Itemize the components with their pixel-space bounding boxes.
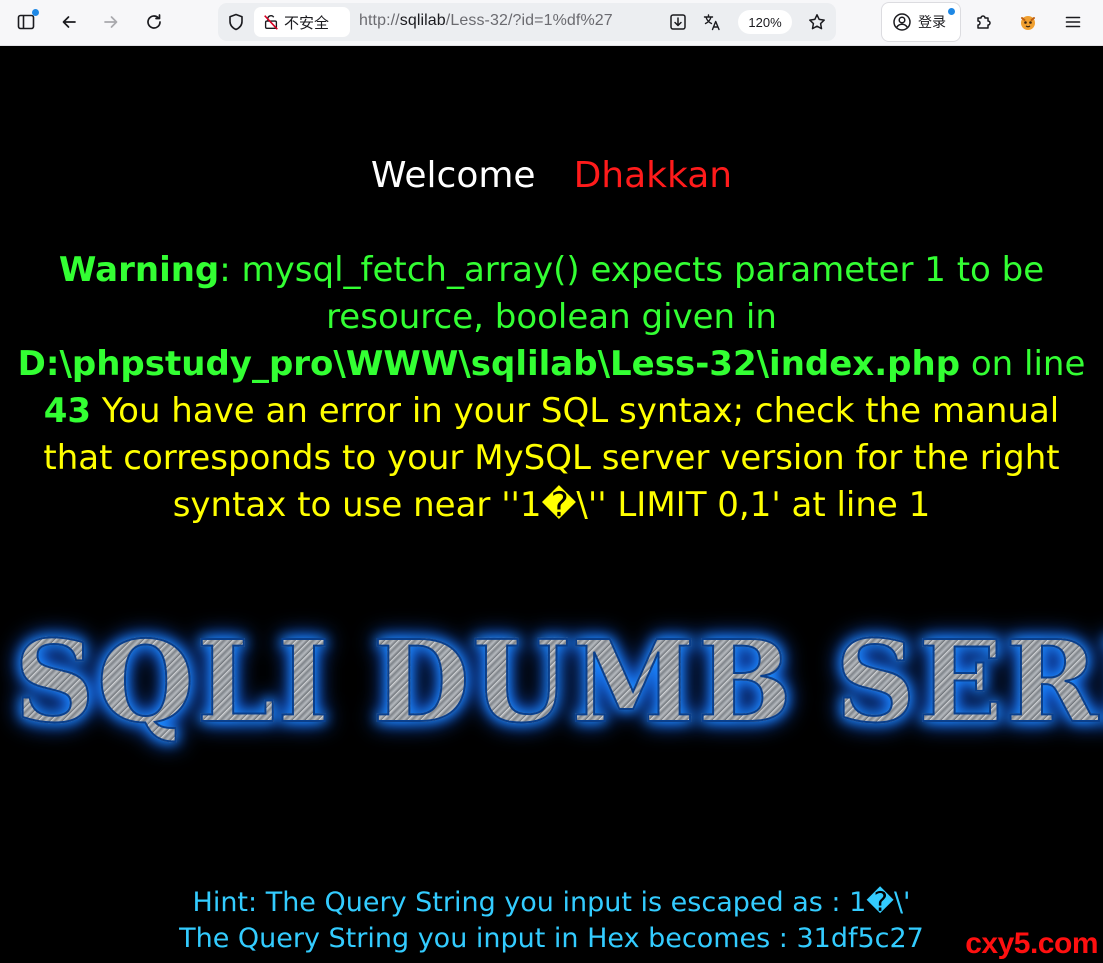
bookmark-star-icon[interactable] [805, 11, 829, 33]
sql-error-message: You have an error in your SQL syntax; ch… [43, 391, 1060, 525]
login-button[interactable]: 登录 [881, 2, 961, 42]
login-notification-dot [948, 8, 955, 15]
warning-label: Warning [58, 250, 220, 290]
php-warning: Warning: mysql_fetch_array() expects par… [8, 247, 1095, 529]
account-icon [893, 13, 911, 31]
cat-extension-icon [1021, 16, 1035, 30]
hint-block: Hint: The Query String you input is esca… [0, 885, 1103, 957]
sqli-dumb-series-banner: SQLI DUMB SERIES [13, 616, 1103, 749]
menu-button[interactable] [1057, 7, 1089, 37]
warning-online: on line [960, 344, 1086, 384]
warning-message: : mysql_fetch_array() expects parameter … [219, 250, 1045, 337]
browser-toolbar: 不安全 http://sqlilab/Less-32/?id=1%df%27 1… [0, 0, 1103, 46]
zoom-level-button[interactable]: 120% [738, 10, 792, 34]
hint-escaped: Hint: The Query String you input is esca… [192, 887, 911, 918]
page-content: Welcome Dhakkan Warning: mysql_fetch_arra… [0, 47, 1103, 963]
url-path: /Less-32/?id=1%df%27 [445, 12, 613, 29]
reload-icon [147, 14, 161, 29]
translate-icon[interactable] [700, 11, 724, 33]
welcome-line: Welcome Dhakkan [0, 155, 1103, 196]
welcome-label: Welcome [370, 155, 536, 196]
warning-file: D:\phpstudy_pro\WWW\sqlilab\Less-32\inde… [17, 344, 961, 384]
url-text[interactable]: http://sqlilab/Less-32/?id=1%df%27 [359, 12, 613, 30]
puzzle-icon [977, 15, 991, 29]
hamburger-menu-icon [1065, 16, 1081, 28]
back-button[interactable] [53, 7, 85, 37]
extensions-button[interactable] [968, 7, 1000, 37]
shield-icon[interactable] [224, 11, 248, 33]
download-page-icon[interactable] [666, 11, 690, 33]
address-bar[interactable]: 不安全 http://sqlilab/Less-32/?id=1%df%27 1… [218, 3, 836, 41]
login-label: 登录 [918, 15, 946, 31]
forward-button[interactable] [95, 7, 127, 37]
security-indicator[interactable]: 不安全 [254, 7, 350, 37]
security-label: 不安全 [284, 13, 330, 32]
hint-hex: The Query String you input in Hex become… [179, 923, 924, 954]
sidebar-toggle-button[interactable] [10, 7, 42, 37]
warning-line-number: 43 [43, 391, 92, 431]
arrow-right-icon [104, 16, 118, 28]
arrow-left-icon [62, 16, 76, 28]
insecure-lock-icon [264, 15, 278, 30]
welcome-name: Dhakkan [573, 155, 733, 196]
extension-app-button[interactable] [1012, 7, 1044, 37]
reload-button[interactable] [138, 7, 170, 37]
notification-dot [32, 9, 39, 16]
url-prefix: http:// [359, 12, 400, 29]
watermark: cxy5.com [965, 927, 1098, 960]
url-host: sqlilab [399, 12, 446, 29]
